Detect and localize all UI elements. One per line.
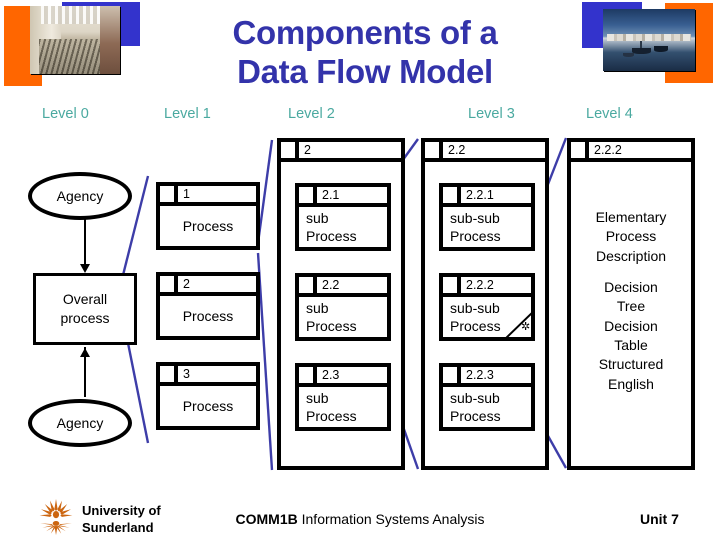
proc-label-line-1: sub: [306, 299, 329, 316]
level3-process-2-2-3: 2.2.3 sub-sub Process: [439, 363, 535, 431]
proc-header: 2.2.1: [443, 187, 531, 207]
elementary-process-star-icon: ✲: [521, 321, 531, 333]
proc-body: sub Process: [299, 297, 387, 337]
proc-id: 2: [304, 143, 311, 157]
proc-id: 2.2: [322, 278, 340, 292]
proc-label: Process: [182, 307, 234, 324]
proc-body: Process: [160, 296, 256, 336]
proc-header: 2.2.2: [443, 277, 531, 297]
course-code: COMM1B: [235, 511, 298, 527]
epd-line-1: Elementary: [595, 209, 667, 225]
arrow-head-up-icon: [80, 348, 90, 357]
proc-header: 2.2.2: [571, 142, 691, 162]
proc-id: 1: [183, 187, 190, 201]
technique-line-4: Table: [614, 336, 648, 353]
proc-id: 2.2.2: [466, 278, 494, 292]
proc-header: 3: [160, 366, 256, 386]
technique-line-1: Decision: [604, 278, 658, 295]
proc-header-left-cell: [425, 142, 443, 158]
level2-process-2-2: 2.2 sub Process: [295, 273, 391, 341]
proc-header: 2.2.3: [443, 367, 531, 387]
proc-label-line-1: sub: [306, 389, 329, 406]
proc-header-left-cell: [443, 187, 461, 203]
proc-header-left-cell: [299, 277, 317, 293]
proc-label-line-2: Process: [306, 228, 357, 244]
level1-process-2: 2 Process: [156, 272, 260, 340]
proc-header: 2.2: [299, 277, 387, 297]
proc-body: sub Process: [299, 387, 387, 427]
proc-label-line-2: Process: [450, 228, 501, 244]
proc-header: 2.3: [299, 367, 387, 387]
proc-id: 2.2.1: [466, 188, 494, 202]
proc-id: 2.2: [448, 143, 466, 157]
agency-top-label: Agency: [56, 188, 104, 204]
technique-line-5: Structured: [598, 356, 664, 373]
level3-process-2-2-1: 2.2.1 sub-sub Process: [439, 183, 535, 251]
proc-label-line-2: Process: [306, 318, 357, 334]
agency-bottom-ellipse: Agency: [28, 399, 132, 447]
proc-header: 2.1: [299, 187, 387, 207]
proc-body: sub-sub Process: [443, 207, 531, 247]
proc-header: 2.2: [425, 142, 545, 162]
proc-header: 2: [160, 276, 256, 296]
course-name: Information Systems Analysis: [301, 511, 485, 527]
proc-header: 1: [160, 186, 256, 206]
proc-id: 2.2.3: [466, 368, 494, 382]
proc-body: sub Process: [299, 207, 387, 247]
epd-line-2: Process: [605, 228, 657, 245]
proc-label-line-1: sub: [306, 209, 329, 226]
footer-unit-label: Unit 7: [640, 511, 679, 527]
proc-body: Process: [160, 206, 256, 246]
level4-description-block: Elementary Process Description Decision …: [569, 208, 693, 394]
epd-line-3: Description: [595, 247, 667, 264]
proc-id: 2: [183, 277, 190, 291]
proc-label-line-1: sub-sub: [450, 389, 500, 406]
proc-header-left-cell: [281, 142, 299, 158]
overall-process-line-2: process: [60, 310, 110, 326]
level1-process-3: 3 Process: [156, 362, 260, 430]
proc-id: 2.3: [322, 368, 340, 382]
level2-process-2-3: 2.3 sub Process: [295, 363, 391, 431]
proc-header-left-cell: [299, 187, 317, 203]
proc-header-left-cell: [160, 366, 178, 382]
arrow-agency-top-to-process: [84, 218, 86, 270]
proc-header-left-cell: [160, 186, 178, 202]
proc-body: sub-sub Process: [443, 387, 531, 427]
proc-id: 2.1: [322, 188, 340, 202]
proc-label-line-2: Process: [450, 408, 501, 424]
overall-process-box: Overall process: [33, 273, 137, 345]
proc-header-left-cell: [299, 367, 317, 383]
proc-id: 3: [183, 367, 190, 381]
proc-header-left-cell: [571, 142, 589, 158]
slide-canvas: Components of a Data Flow Model Level 0 …: [0, 0, 720, 540]
proc-header-left-cell: [160, 276, 178, 292]
proc-id: 2.2.2: [594, 143, 622, 157]
overall-process-line-1: Overall: [62, 291, 108, 308]
level1-process-1: 1 Process: [156, 182, 260, 250]
description-spacer: [569, 266, 693, 278]
agency-top-ellipse: Agency: [28, 172, 132, 220]
proc-header-left-cell: [443, 367, 461, 383]
proc-header: 2: [281, 142, 401, 162]
level2-process-2-1: 2.1 sub Process: [295, 183, 391, 251]
proc-label-line-2: Process: [306, 408, 357, 424]
arrow-head-down-icon: [80, 264, 90, 273]
technique-line-3: Decision: [604, 317, 658, 334]
technique-line-6: English: [608, 375, 654, 392]
proc-label: Process: [182, 397, 234, 414]
proc-header-left-cell: [443, 277, 461, 293]
proc-label-line-1: sub-sub: [450, 209, 500, 226]
agency-bottom-label: Agency: [56, 415, 104, 431]
proc-label: Process: [182, 217, 234, 234]
technique-line-2: Tree: [616, 298, 646, 315]
proc-body: Process: [160, 386, 256, 426]
footer-course-text: COMM1B Information Systems Analysis: [0, 511, 720, 527]
